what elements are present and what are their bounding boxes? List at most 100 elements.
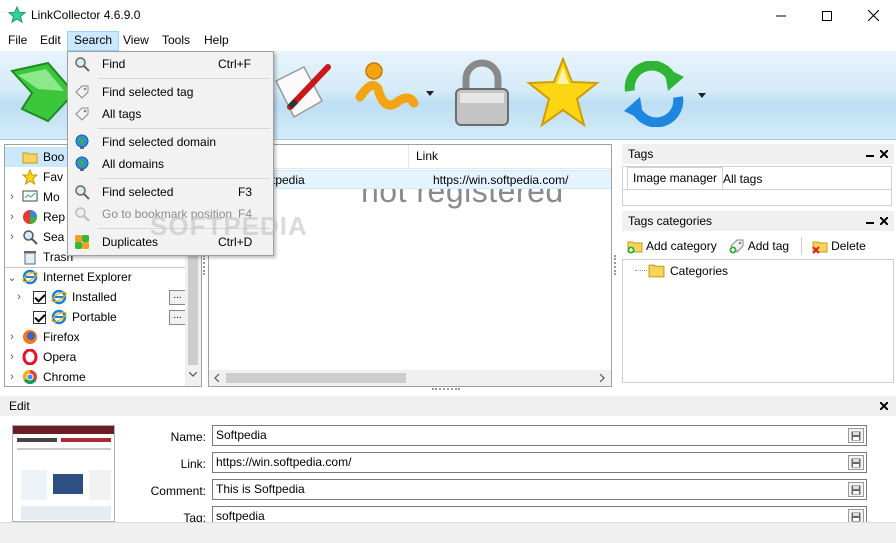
info-dropdown-arrow-icon[interactable] [426, 91, 434, 97]
lock-icon[interactable] [446, 57, 518, 129]
close-button[interactable] [850, 0, 896, 31]
menu-item-label: Find selected tag [102, 85, 194, 99]
menu-file[interactable]: File [2, 31, 33, 51]
floppy-disk-icon [851, 458, 861, 467]
categories-panel-title: Tags categories [628, 214, 713, 228]
tree-item-installed[interactable]: › Installed [5, 287, 187, 307]
tags-tabs: Image manager All tags [622, 166, 892, 206]
refresh-icon[interactable] [618, 61, 690, 127]
thumbnail-rule [17, 448, 111, 450]
categories-toolbar: Add category Add tag Delete [622, 233, 894, 259]
portable-checkbox[interactable] [33, 310, 46, 324]
menu-item-find-selected-domain[interactable]: Find selected domain [70, 131, 271, 153]
delete-label: Delete [831, 239, 866, 253]
menu-edit[interactable]: Edit [34, 31, 67, 51]
tree-item-internet-explorer[interactable]: ⌄ Internet Explorer [5, 267, 187, 287]
save-comment-button[interactable] [848, 482, 864, 497]
ie-icon [51, 309, 67, 325]
comment-field[interactable]: This is Softpedia [212, 479, 867, 500]
menu-item-all-tags[interactable]: All tags [70, 103, 271, 125]
installed-options-button[interactable]: ... [169, 290, 186, 305]
name-field[interactable]: Softpedia [212, 425, 867, 446]
close-panel-icon[interactable] [880, 150, 888, 158]
list-item-link: https://win.softpedia.com/ [433, 173, 569, 187]
magnifier-icon [75, 185, 90, 200]
tree-item-label: Internet Explorer [43, 270, 132, 284]
menu-help[interactable]: Help [198, 31, 235, 51]
categories-root-label[interactable]: Categories [670, 264, 728, 278]
menu-view[interactable]: View [117, 31, 155, 51]
ie-icon [51, 289, 67, 305]
folder-icon [22, 152, 38, 164]
close-panel-icon[interactable] [880, 402, 888, 410]
tree-item-label: Installed [72, 290, 117, 304]
magnifier-icon [23, 230, 38, 245]
save-link-button[interactable] [848, 455, 864, 470]
refresh-dropdown-arrow-icon[interactable] [698, 93, 706, 99]
scroll-right-arrow-icon[interactable] [599, 374, 605, 382]
menu-item-find-selected-tag[interactable]: Find selected tag [70, 81, 271, 103]
menu-item-shortcut: Ctrl+F [218, 57, 251, 71]
edit-pencil-icon[interactable] [270, 61, 334, 123]
link-label: Link: [180, 457, 206, 471]
column-header-link[interactable]: Link [409, 145, 611, 169]
tags-panel-header: Tags [622, 144, 894, 164]
tree-item-label: Chrome [43, 370, 86, 384]
opera-icon [22, 349, 38, 365]
menu-item-all-domains[interactable]: All domains [70, 153, 271, 175]
floppy-disk-icon [851, 512, 861, 521]
minimize-panel-icon[interactable] [866, 151, 874, 157]
scroll-down-arrow-icon[interactable] [189, 372, 197, 378]
favorite-star-icon[interactable] [525, 57, 601, 129]
duplicates-icon [75, 235, 89, 249]
minimize-panel-icon[interactable] [866, 218, 874, 224]
minimize-icon [776, 15, 786, 16]
name-value: Softpedia [216, 428, 267, 442]
menu-item-find[interactable]: Find Ctrl+F [70, 53, 271, 75]
menu-item-find-selected[interactable]: Find selected F3 [70, 181, 271, 203]
list-horizontal-scrollbar[interactable] [209, 370, 611, 386]
title-bar: LinkCollector 4.6.9.0 [0, 0, 896, 31]
tree-item-portable[interactable]: Portable [5, 307, 187, 327]
tree-item-label: Opera [43, 350, 77, 364]
tree-item-firefox[interactable]: › Firefox [5, 327, 187, 347]
menu-item-label: All domains [102, 157, 165, 171]
tree-connector [635, 270, 647, 271]
link-field[interactable]: https://win.softpedia.com/ [212, 452, 867, 473]
installed-checkbox[interactable] [33, 290, 46, 304]
list-scroll-thumb[interactable] [226, 373, 406, 383]
add-tag-button[interactable]: Add tag [729, 238, 789, 254]
right-splitter[interactable] [614, 255, 618, 275]
save-name-button[interactable] [848, 428, 864, 443]
menu-separator [98, 128, 270, 129]
delete-button[interactable]: Delete [812, 238, 866, 254]
categories-panel-header: Tags categories [622, 211, 894, 231]
monitor-icon [22, 190, 38, 202]
maximize-button[interactable] [804, 0, 850, 31]
minimize-button[interactable] [758, 0, 804, 31]
menu-search[interactable]: Search [67, 31, 120, 51]
menu-item-label: Find [102, 57, 126, 71]
add-tag-label: Add tag [747, 239, 790, 253]
tab-image-manager[interactable]: Image manager [627, 167, 724, 189]
globe-icon [75, 134, 89, 149]
edit-panel-header: Edit [0, 396, 896, 416]
tree-item-opera[interactable]: › Opera [5, 347, 187, 367]
status-bar [0, 522, 896, 543]
bottom-splitter[interactable] [432, 388, 460, 391]
info-icon[interactable] [352, 59, 422, 125]
menu-tools[interactable]: Tools [156, 31, 196, 51]
add-category-button[interactable]: Add category [627, 238, 717, 254]
categories-tree[interactable]: Categories [622, 259, 894, 383]
tree-item-chrome[interactable]: › Chrome [5, 367, 187, 387]
firefox-icon [23, 330, 37, 344]
tab-all-tags[interactable]: All tags [718, 169, 767, 189]
portable-options-button[interactable]: ... [169, 310, 186, 325]
left-splitter[interactable] [203, 255, 207, 275]
menu-item-shortcut: F3 [238, 185, 253, 199]
menu-item-label: Find selected domain [102, 135, 217, 149]
scroll-left-arrow-icon[interactable] [214, 374, 220, 382]
window-title: LinkCollector 4.6.9.0 [31, 8, 141, 22]
close-panel-icon[interactable] [880, 217, 888, 225]
magnifier-icon [75, 207, 90, 222]
